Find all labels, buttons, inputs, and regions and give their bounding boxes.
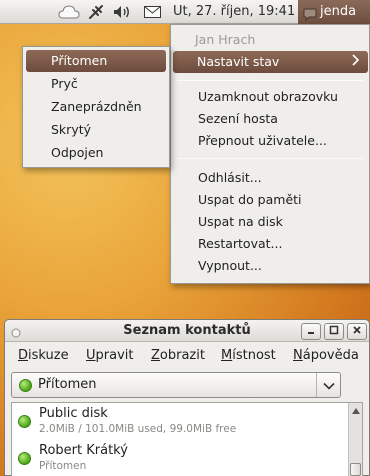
menu-item-switch-user[interactable]: Přepnout uživatele...: [198, 130, 327, 152]
chevron-right-icon: [352, 51, 360, 73]
menu-item-suspend[interactable]: Uspat do paměti: [198, 189, 302, 211]
dropdown-button[interactable]: [316, 373, 340, 397]
status-item-available[interactable]: Přítomen: [26, 50, 166, 72]
status-submenu: Přítomen Pryč Zaneprázdněn Skrytý Odpoje…: [22, 46, 170, 168]
status-available-icon: [18, 415, 31, 428]
menu-item-lock-screen[interactable]: Uzamknout obrazovku: [198, 86, 338, 108]
window-titlebar[interactable]: Seznam kontaktů: [5, 320, 369, 342]
user-menu-button[interactable]: jenda: [298, 0, 370, 24]
contact-row[interactable]: Public disk 2.0MiB / 101.0MiB used, 99.0…: [12, 403, 342, 439]
mail-icon[interactable]: [142, 3, 162, 21]
scrollbar-thumb[interactable]: [350, 463, 361, 476]
panel-clock[interactable]: Ut, 27. říjen, 19:41: [173, 0, 295, 24]
menu-separator: [177, 80, 363, 81]
menubar-item-view[interactable]: Zobrazit: [151, 344, 205, 368]
maximize-button[interactable]: [324, 323, 344, 340]
close-icon: [352, 325, 362, 338]
status-available-icon: [19, 379, 32, 392]
user-menu: Jan Hrach Nastavit stav Uzamknout obrazo…: [170, 24, 370, 284]
weather-cloud-icon[interactable]: [58, 3, 80, 21]
menubar-item-edit[interactable]: Upravit: [86, 344, 133, 368]
chevron-down-icon: [322, 378, 335, 393]
network-icon[interactable]: [87, 3, 105, 21]
menu-item-shut-down[interactable]: Vypnout...: [198, 255, 262, 277]
maximize-icon: [329, 325, 339, 338]
menu-separator: [177, 158, 363, 159]
status-item-busy[interactable]: Zaneprázdněn: [51, 96, 142, 118]
contact-status-text: Přítomen: [39, 460, 87, 472]
menubar-item-room[interactable]: Místnost: [221, 344, 276, 368]
vertical-scrollbar[interactable]: [348, 403, 362, 476]
close-button[interactable]: [347, 323, 367, 340]
menu-item-set-status[interactable]: Nastavit stav: [173, 51, 368, 73]
user-name-label: jenda: [320, 4, 357, 19]
status-item-away[interactable]: Pryč: [51, 73, 78, 95]
menubar-item-help[interactable]: Nápověda: [293, 344, 359, 368]
scroll-up-arrow-icon[interactable]: [350, 404, 361, 418]
status-item-offline[interactable]: Odpojen: [51, 142, 103, 164]
window-menubar: Diskuze Upravit Zobrazit Místnost Nápově…: [5, 344, 369, 368]
contact-row[interactable]: Robert Krátký Přítomen: [12, 440, 342, 476]
contact-name: Robert Krátký: [39, 443, 128, 458]
status-combo[interactable]: Přítomen: [11, 372, 341, 398]
menubar-item-conversation[interactable]: Diskuze: [18, 344, 69, 368]
volume-icon[interactable]: [112, 3, 132, 21]
contact-status-text: 2.0MiB / 101.0MiB used, 99.0MiB free: [39, 423, 237, 435]
contact-name: Public disk: [39, 406, 108, 421]
menu-item-log-out[interactable]: Odhlásit...: [198, 167, 262, 189]
menu-header-user: Jan Hrach: [195, 32, 256, 47]
menu-item-restart[interactable]: Restartovat...: [198, 233, 282, 255]
menu-item-hibernate[interactable]: Uspat na disk: [198, 211, 283, 233]
minimize-icon: [306, 325, 316, 338]
top-panel: Ut, 27. říjen, 19:41 jenda: [0, 0, 370, 24]
menu-item-guest-session[interactable]: Sezení hosta: [198, 108, 278, 130]
minimize-button[interactable]: [301, 323, 321, 340]
status-combo-value: Přítomen: [38, 377, 97, 392]
status-item-invisible[interactable]: Skrytý: [51, 119, 91, 141]
status-available-icon: [18, 452, 31, 465]
contact-list-window: Seznam kontaktů Diskuze Upravit Zobrazit…: [4, 319, 370, 476]
contact-list: Public disk 2.0MiB / 101.0MiB used, 99.0…: [11, 402, 363, 476]
